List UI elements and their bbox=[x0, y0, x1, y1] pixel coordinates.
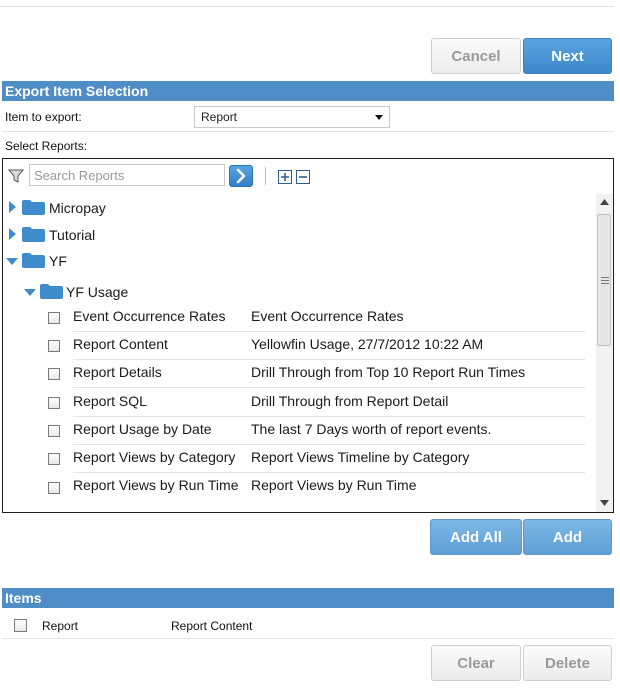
report-checkbox[interactable] bbox=[48, 482, 60, 494]
tree-folder-tutorial[interactable]: Tutorial bbox=[49, 227, 95, 243]
top-divider bbox=[0, 6, 614, 7]
report-checkbox[interactable] bbox=[48, 368, 60, 380]
item-to-export-value: Report bbox=[201, 110, 238, 124]
add-all-button[interactable]: Add All bbox=[430, 519, 522, 555]
report-description: Report Views by Run Time bbox=[251, 477, 417, 493]
report-description: The last 7 Days worth of report events. bbox=[251, 421, 492, 437]
report-name[interactable]: Report Views by Run Time bbox=[73, 477, 249, 494]
report-description: Yellowfin Usage, 27/7/2012 10:22 AM bbox=[251, 336, 484, 352]
search-field[interactable] bbox=[29, 164, 225, 186]
report-checkbox[interactable] bbox=[48, 312, 60, 324]
folder-icon bbox=[22, 227, 45, 242]
filter-icon[interactable] bbox=[8, 168, 24, 184]
grip-icon bbox=[601, 277, 609, 284]
collapse-icon[interactable] bbox=[24, 289, 36, 296]
report-checkbox[interactable] bbox=[48, 425, 60, 437]
scroll-down-icon[interactable] bbox=[600, 500, 609, 506]
item-to-export-label: Item to export: bbox=[5, 110, 82, 124]
report-description: Event Occurrence Rates bbox=[251, 308, 404, 324]
item-type: Report bbox=[42, 619, 79, 633]
report-description: Drill Through from Top 10 Report Run Tim… bbox=[251, 364, 526, 380]
collapse-all-icon[interactable] bbox=[296, 170, 310, 184]
report-name[interactable]: Event Occurrence Rates bbox=[73, 308, 249, 325]
report-description: Report Views Timeline by Category bbox=[251, 449, 470, 465]
report-checkbox[interactable] bbox=[48, 340, 60, 352]
report-description: Drill Through from Report Detail bbox=[251, 393, 449, 409]
expand-icon[interactable] bbox=[9, 201, 16, 213]
tree-scrollbar[interactable] bbox=[596, 194, 613, 512]
row-divider bbox=[73, 359, 585, 360]
report-checkbox[interactable] bbox=[48, 453, 60, 465]
folder-open-icon bbox=[40, 284, 63, 299]
delete-button[interactable]: Delete bbox=[523, 645, 612, 681]
folder-icon bbox=[22, 200, 45, 215]
chevron-right-icon bbox=[236, 168, 246, 184]
folder-open-icon bbox=[22, 253, 45, 268]
collapse-icon[interactable] bbox=[6, 258, 18, 265]
tree-folder-yf[interactable]: YF bbox=[49, 253, 67, 269]
select-reports-label: Select Reports: bbox=[5, 139, 88, 153]
cancel-button[interactable]: Cancel bbox=[431, 38, 521, 74]
clear-button[interactable]: Clear bbox=[431, 645, 521, 681]
report-name[interactable]: Report Views by Category bbox=[73, 449, 249, 466]
scroll-thumb[interactable] bbox=[597, 214, 611, 346]
items-section-header: Items bbox=[2, 588, 614, 608]
tree-folder-micropay[interactable]: Micropay bbox=[49, 200, 106, 216]
divider bbox=[2, 638, 614, 639]
toolbar-separator bbox=[265, 167, 266, 185]
report-name[interactable]: Report Content bbox=[73, 336, 249, 353]
row-divider bbox=[73, 416, 585, 417]
report-name[interactable]: Report SQL bbox=[73, 393, 249, 410]
add-button[interactable]: Add bbox=[523, 519, 612, 555]
report-name[interactable]: Report Details bbox=[73, 364, 249, 381]
search-input[interactable] bbox=[34, 166, 214, 184]
report-name[interactable]: Report Usage by Date bbox=[73, 421, 249, 438]
scroll-up-icon[interactable] bbox=[600, 199, 609, 205]
item-checkbox[interactable] bbox=[14, 619, 27, 632]
item-name: Report Content bbox=[171, 619, 253, 633]
expand-icon[interactable] bbox=[9, 228, 16, 240]
next-button[interactable]: Next bbox=[523, 38, 612, 74]
export-section-header: Export Item Selection bbox=[2, 81, 614, 101]
row-divider bbox=[73, 444, 585, 445]
tree-folder-yf-usage[interactable]: YF Usage bbox=[66, 284, 128, 300]
item-to-export-select[interactable]: Report bbox=[194, 106, 390, 128]
divider bbox=[2, 131, 614, 132]
report-tree-panel: Micropay Tutorial YF YF Usage Event Occu… bbox=[2, 158, 614, 513]
row-divider bbox=[73, 472, 585, 473]
expand-all-icon[interactable] bbox=[278, 170, 292, 184]
row-divider bbox=[73, 387, 585, 388]
row-divider bbox=[73, 331, 585, 332]
chevron-down-icon bbox=[375, 115, 383, 120]
report-checkbox[interactable] bbox=[48, 397, 60, 409]
search-go-button[interactable] bbox=[229, 165, 253, 187]
